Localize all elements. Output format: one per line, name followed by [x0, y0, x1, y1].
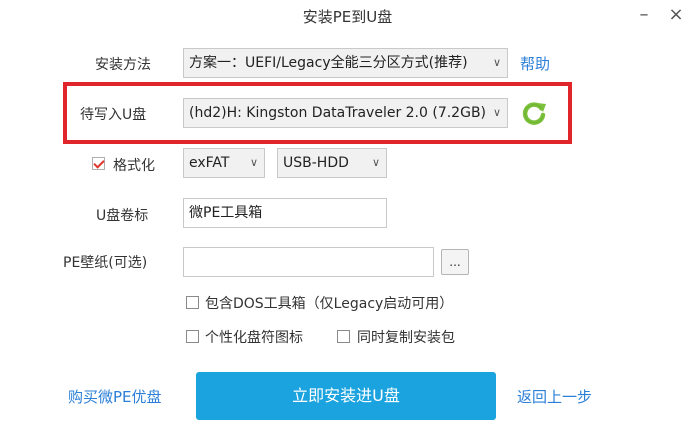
install-method-select[interactable]: 方案一：UEFI/Legacy全能三分区方式(推荐) ∨ [183, 48, 508, 78]
chevron-down-icon: ∨ [487, 49, 507, 77]
install-method-label: 安装方法 [95, 57, 151, 73]
volume-label-label: U盘卷标 [96, 208, 149, 224]
chevron-down-icon: ∨ [244, 149, 264, 177]
include-dos-checkbox[interactable] [186, 296, 199, 309]
refresh-icon [522, 102, 546, 125]
format-checkbox[interactable] [92, 157, 105, 170]
close-button[interactable]: × [664, 2, 688, 28]
target-drive-label: 待写入U盘 [80, 107, 147, 123]
minimize-button[interactable]: – [632, 2, 656, 28]
window-title: 安装PE到U盘 [302, 8, 393, 26]
browse-button[interactable]: ... [441, 249, 469, 275]
chevron-down-icon: ∨ [487, 99, 507, 127]
target-drive-select[interactable]: (hd2)H: Kingston DataTraveler 2.0 (7.2GB… [183, 98, 508, 128]
filesystem-value: exFAT [189, 155, 230, 171]
custom-icon-checkbox[interactable] [186, 330, 199, 343]
refresh-button[interactable] [519, 98, 549, 128]
chevron-down-icon: ∨ [366, 149, 386, 177]
wallpaper-label: PE壁纸(可选) [63, 255, 148, 271]
include-dos-label: 包含DOS工具箱（仅Legacy启动可用） [205, 296, 454, 312]
copy-installer-checkbox[interactable] [337, 330, 350, 343]
target-drive-value: (hd2)H: Kingston DataTraveler 2.0 (7.2GB… [189, 105, 487, 121]
wallpaper-input[interactable] [183, 247, 434, 277]
boot-mode-value: USB-HDD [283, 155, 349, 171]
back-link[interactable]: 返回上一步 [517, 386, 592, 407]
custom-icon-label: 个性化盘符图标 [205, 330, 303, 346]
copy-installer-label: 同时复制安装包 [357, 330, 455, 346]
filesystem-select[interactable]: exFAT ∨ [183, 148, 265, 178]
format-label: 格式化 [113, 158, 155, 174]
buy-usb-link[interactable]: 购买微PE优盘 [68, 386, 162, 407]
install-method-value: 方案一：UEFI/Legacy全能三分区方式(推荐) [189, 55, 468, 71]
help-link[interactable]: 帮助 [520, 53, 550, 74]
install-button[interactable]: 立即安装进U盘 [196, 372, 496, 420]
boot-mode-select[interactable]: USB-HDD ∨ [277, 148, 387, 178]
volume-label-input[interactable]: 微PE工具箱 [183, 198, 387, 228]
